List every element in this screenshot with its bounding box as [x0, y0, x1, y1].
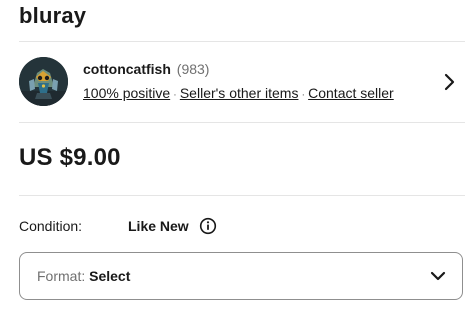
info-icon[interactable]: [199, 217, 217, 235]
contact-seller-link[interactable]: Contact seller: [308, 85, 394, 101]
format-select-value: Select: [89, 268, 131, 284]
seller-avatar[interactable]: [19, 57, 68, 106]
price: US $9.00: [19, 144, 121, 171]
seller-links: 100% positive · Seller's other items · Conta…: [83, 85, 394, 101]
format-select-label: Format:: [37, 268, 86, 284]
link-separator: ·: [301, 89, 306, 101]
divider: [19, 41, 465, 42]
condition-value: Like New: [128, 218, 189, 234]
seller-name[interactable]: cottoncatfish: [83, 61, 171, 77]
chevron-right-icon[interactable]: [443, 72, 457, 92]
avatar-image: [19, 57, 68, 106]
condition-label: Condition:: [19, 218, 83, 234]
positive-feedback-link[interactable]: 100% positive: [83, 85, 170, 101]
chevron-down-icon: [430, 271, 446, 281]
listing-title: bluray: [19, 3, 87, 28]
seller-other-items-link[interactable]: Seller's other items: [180, 85, 299, 101]
format-select[interactable]: Format: Select: [19, 252, 463, 300]
format-select-text: Format: Select: [37, 268, 130, 284]
seller-name-line: cottoncatfish (983): [83, 61, 209, 77]
seller-info-row[interactable]: cottoncatfish (983) 100% positive · Seller…: [19, 57, 465, 107]
divider: [19, 195, 465, 196]
link-separator: ·: [173, 89, 177, 101]
seller-feedback-count: (983): [176, 61, 210, 77]
divider: [19, 122, 465, 123]
